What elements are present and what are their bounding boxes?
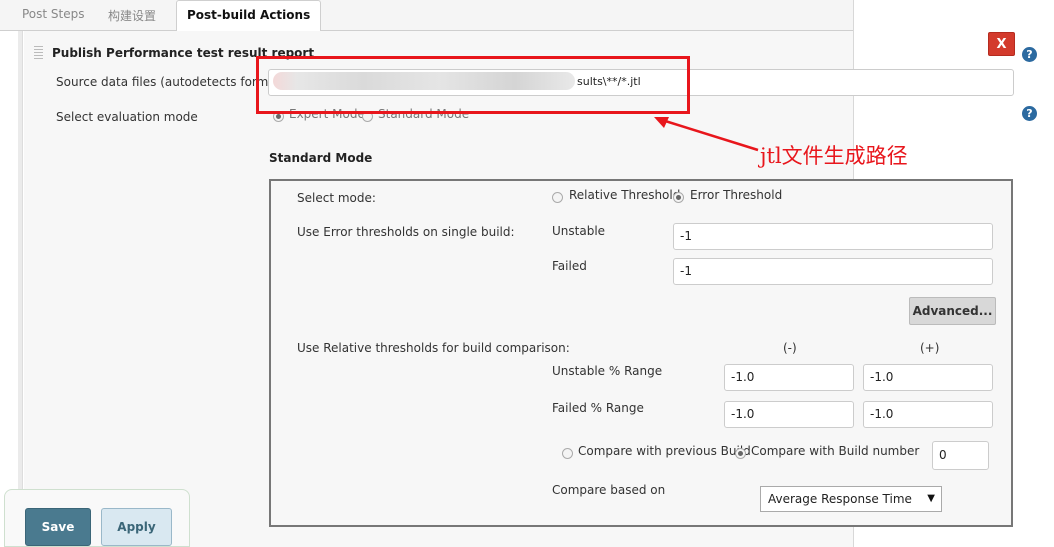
eval-mode-label: Select evaluation mode xyxy=(56,110,198,124)
select-mode-label: Select mode: xyxy=(297,191,376,205)
failed-range-minus-input[interactable]: -1.0 xyxy=(724,401,854,428)
drag-handle-icon[interactable] xyxy=(34,46,43,60)
tab-bar: Post Steps 构建设置 Post-build Actions xyxy=(0,0,853,32)
radio-compare-build-number[interactable] xyxy=(735,448,746,459)
unstable-range-plus-input[interactable]: -1.0 xyxy=(863,364,993,391)
save-button[interactable]: Save xyxy=(25,508,91,546)
failed-input[interactable]: -1 xyxy=(673,258,993,285)
failed-range-plus-input[interactable]: -1.0 xyxy=(863,401,993,428)
annotation-arrow-icon xyxy=(654,117,759,152)
tab-build-settings[interactable]: 构建设置 xyxy=(108,7,156,24)
dropdown-arrow-icon: ▼ xyxy=(927,493,935,504)
minus-header: (-) xyxy=(783,341,797,355)
help-icon[interactable]: ? xyxy=(1022,47,1037,62)
failed-label: Failed xyxy=(552,259,587,273)
unstable-range-minus-input[interactable]: -1.0 xyxy=(724,364,854,391)
standard-mode-title: Standard Mode xyxy=(269,151,373,165)
failed-range-label: Failed % Range xyxy=(552,401,644,415)
panel-left-border xyxy=(18,31,23,547)
tab-post-build-actions[interactable]: Post-build Actions xyxy=(176,0,322,32)
radio-relative-threshold[interactable] xyxy=(552,192,563,203)
relative-threshold-label: Relative Threshold xyxy=(569,188,681,202)
tab-post-steps[interactable]: Post Steps xyxy=(22,7,85,21)
radio-compare-previous[interactable] xyxy=(562,448,573,459)
compare-based-label: Compare based on xyxy=(552,483,666,497)
unstable-input[interactable]: -1 xyxy=(673,223,993,250)
apply-button[interactable]: Apply xyxy=(101,508,172,546)
source-files-label: Source data files (autodetects format) xyxy=(56,75,286,89)
plus-header: (+) xyxy=(920,341,940,355)
radio-error-threshold[interactable] xyxy=(673,192,684,203)
compare-based-select[interactable]: Average Response Time ▼ xyxy=(760,486,942,512)
advanced-button[interactable]: Advanced... xyxy=(909,297,996,325)
compare-build-number-label: Compare with Build number xyxy=(751,444,920,458)
annotation-text: jtl文件生成路径 xyxy=(760,144,908,168)
compare-based-value: Average Response Time xyxy=(768,492,912,506)
delete-button[interactable]: X xyxy=(988,32,1015,56)
unstable-label: Unstable xyxy=(552,224,606,238)
annotation-box xyxy=(256,56,690,114)
help-icon[interactable]: ? xyxy=(1022,106,1037,121)
error-thresholds-label: Use Error thresholds on single build: xyxy=(297,225,515,239)
unstable-range-label: Unstable % Range xyxy=(552,364,663,378)
compare-previous-label: Compare with previous Build xyxy=(578,444,751,458)
relative-thresholds-label: Use Relative thresholds for build compar… xyxy=(297,341,570,355)
build-number-input[interactable]: 0 xyxy=(932,441,989,470)
error-threshold-label: Error Threshold xyxy=(690,188,783,202)
